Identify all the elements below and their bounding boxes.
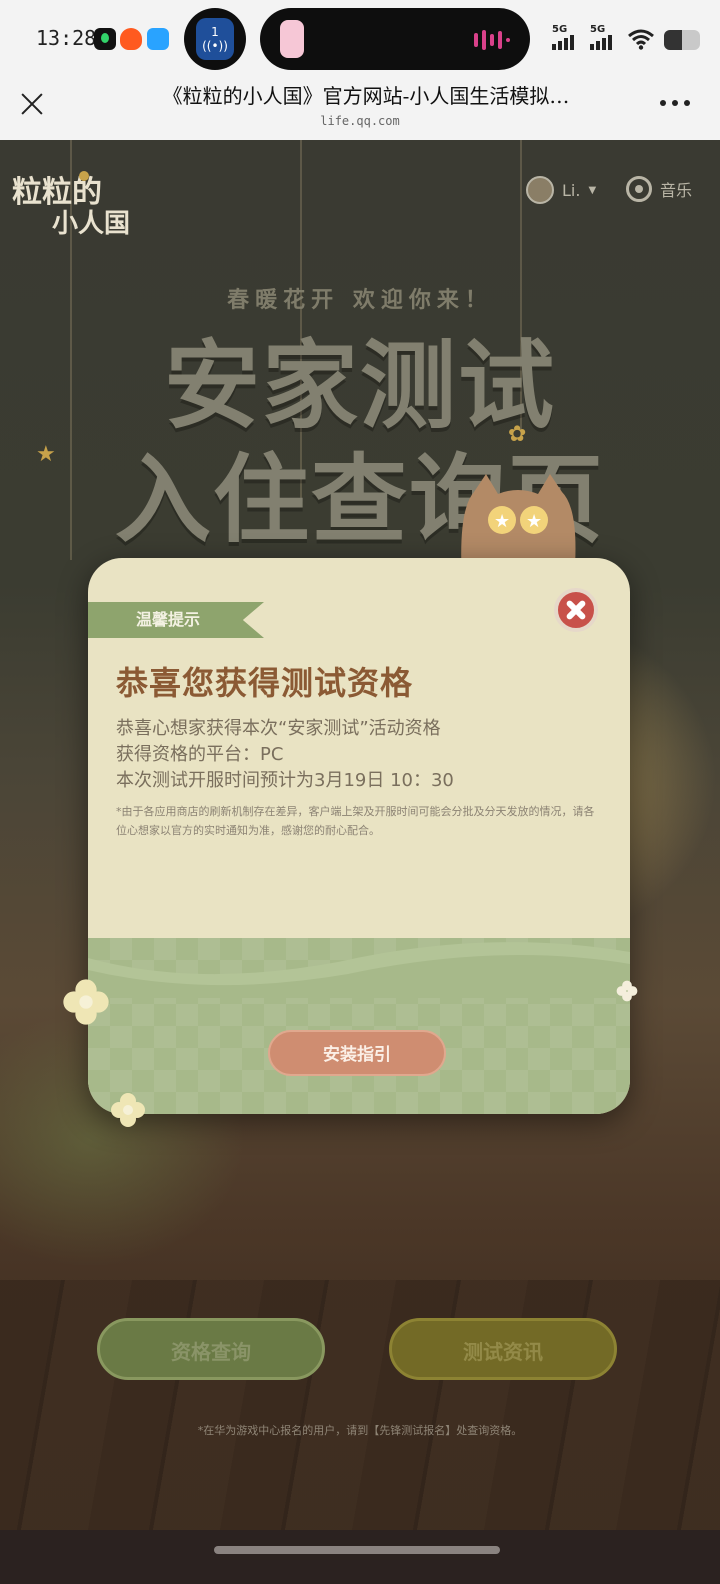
modal-line: 获得资格的平台：PC [116,744,284,765]
flower-icon [111,1093,145,1127]
navigation-bar [0,1530,720,1584]
modal-line: 恭喜心想家获得本次“安家测试”活动资格 [116,718,441,739]
chevron-down-icon: ▼ [588,184,597,196]
status-bar: 13:28 1 ((•)) 5G 5G [0,0,720,80]
footer-note: *在华为游戏中心报名的用户，请到【先锋测试报名】处查询资格。 [197,1424,523,1437]
broadcast-icon: ((•)) [202,39,228,53]
dynamic-island [260,8,530,70]
app-notification-icon [120,28,142,50]
floor-background [0,1280,720,1530]
qualification-query-button[interactable]: 资格查询 [97,1318,325,1380]
modal-details: 恭喜心想家获得本次“安家测试”活动资格 获得资格的平台：PC 本次测试开服时间预… [116,716,454,794]
modal-line: 本次测试开服时间预计为3月19日 10：30 [116,770,454,791]
page-domain: life.qq.com [320,114,400,128]
hotspot-count: 1 [211,25,219,39]
web-page: ★ ✿ 粒粒的 小人国 Li. ▼ 音乐 春暖花开 欢迎你来！ 安家测试 入住查… [0,140,720,1530]
svg-text:粒粒的: 粒粒的 [12,175,102,210]
tip-ribbon: 温馨提示 [88,602,264,638]
hotspot-indicator: 1 ((•)) [184,8,246,70]
signal-icon: 5G [552,24,580,50]
app-notification-icon [147,28,169,50]
modal-close-icon[interactable] [554,588,598,632]
more-icon[interactable] [660,100,690,106]
media-thumbnail [280,20,304,58]
avatar [526,176,554,204]
browser-toolbar: 《粒粒的小人国》官方网站-小人国生活模拟… life.qq.com [0,80,720,140]
svg-text:★: ★ [526,511,542,532]
music-icon [626,176,652,202]
modal-heading: 恭喜您获得测试资格 [116,664,414,702]
qualification-modal: 温馨提示 恭喜您获得测试资格 恭喜心想家获得本次“安家测试”活动资格 获得资格的… [88,558,630,1114]
home-indicator[interactable] [214,1546,500,1554]
install-guide-button[interactable]: 安装指引 [268,1030,446,1076]
wifi-icon [628,29,654,50]
hero-title-line2: 入住查询页 [115,444,605,556]
page-title: 《粒粒的小人国》官方网站-小人国生活模拟… [162,84,570,108]
modal-wave [88,942,630,998]
svg-text:★: ★ [494,511,510,532]
signal-area: 5G 5G [552,24,700,50]
user-name: Li. [562,180,581,200]
audio-wave-icon [474,30,510,50]
music-label: 音乐 [660,181,693,200]
flower-icon [63,979,109,1025]
music-toggle[interactable]: 音乐 [626,176,692,202]
test-news-button[interactable]: 测试资讯 [389,1318,617,1380]
game-logo: 粒粒的 小人国 [12,171,130,238]
app-notification-icon [94,28,116,50]
user-menu[interactable]: Li. ▼ [526,176,596,204]
flower-icon [616,980,638,1002]
modal-note: *由于各应用商店的刷新机制存在差异，客户端上架及开服时间可能会分批及分天发放的情… [116,805,595,837]
signal-icon: 5G [590,24,618,50]
svg-text:小人国: 小人国 [52,209,130,238]
status-time: 13:28 [36,26,97,50]
battery-icon [664,30,700,50]
